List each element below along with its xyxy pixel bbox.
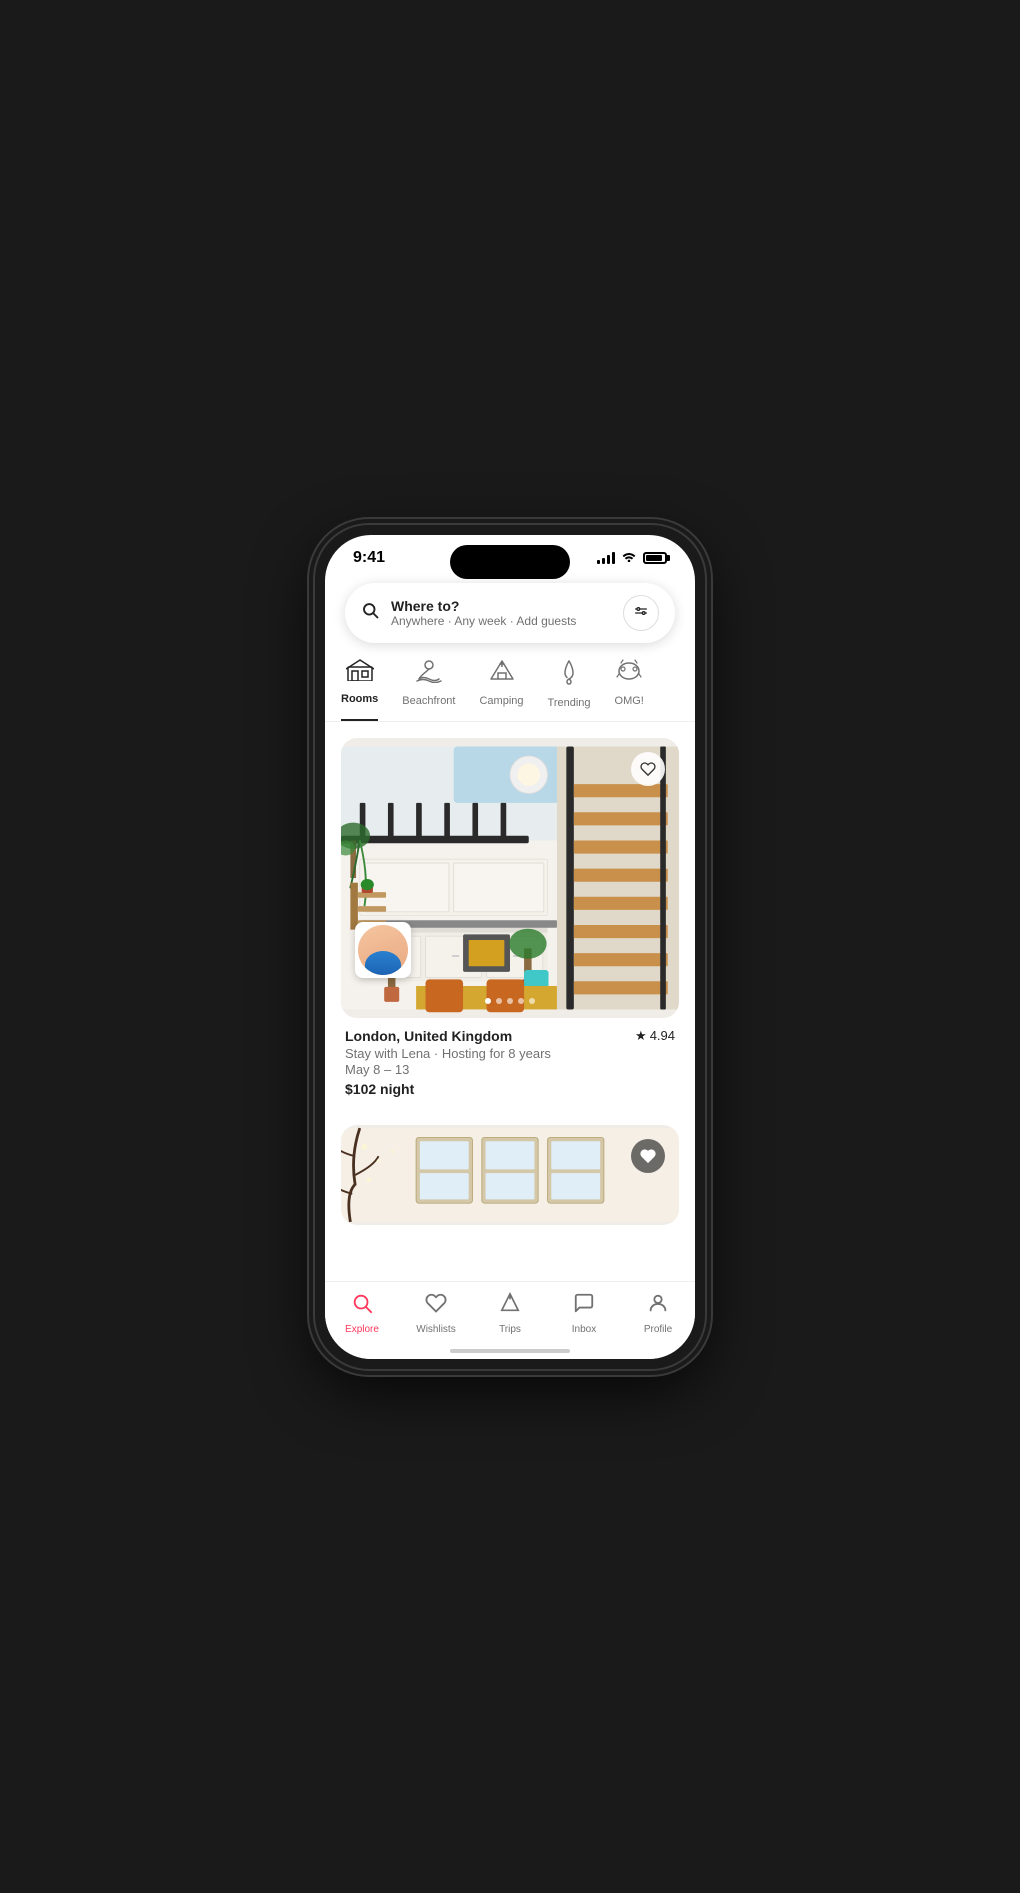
category-omg[interactable]: OMG! [615,659,644,721]
rating-value: 4.94 [650,1028,675,1043]
explore-icon [351,1292,373,1320]
omg-label: OMG! [615,695,644,707]
inbox-icon [573,1292,595,1320]
home-indicator [450,1349,570,1353]
tab-inbox[interactable]: Inbox [547,1292,621,1335]
profile-label: Profile [644,1324,672,1335]
listing-rating-1: ★ 4.94 [635,1028,675,1044]
listing-info-1: London, United Kingdom ★ 4.94 Stay with … [341,1018,679,1101]
listing-location-1: London, United Kingdom [345,1028,512,1044]
trending-icon [557,659,581,691]
tab-explore[interactable]: Explore [325,1292,399,1335]
trips-icon [499,1292,521,1320]
camping-icon [489,659,515,689]
content-area[interactable]: Where to? Anywhere · Any week · Add gues… [325,573,695,1281]
listings-container: London, United Kingdom ★ 4.94 Stay with … [325,722,695,1225]
omg-icon [615,659,643,689]
listing-card-2[interactable] [341,1125,679,1225]
category-trending[interactable]: Trending [548,659,591,721]
listing-host-1: Stay with Lena · Hosting for 8 years [345,1046,675,1061]
wishlists-icon [425,1292,447,1320]
tab-trips[interactable]: Trips [473,1292,547,1335]
category-beachfront[interactable]: Beachfront [402,659,455,721]
trending-label: Trending [548,697,591,709]
rooms-label: Rooms [341,693,378,705]
phone-frame: 9:41 [315,525,705,1369]
profile-icon [647,1292,669,1320]
search-title: Where to? [391,598,611,614]
listing-image-2 [341,1125,679,1225]
inbox-label: Inbox [572,1324,596,1335]
phone-screen: 9:41 [325,535,695,1359]
category-rooms[interactable]: Rooms [341,659,378,721]
search-bar[interactable]: Where to? Anywhere · Any week · Add gues… [345,583,675,643]
search-icon [361,601,379,624]
heart-button-1[interactable] [631,752,665,786]
listing-dates-1: May 8 – 13 [345,1062,675,1077]
listing-image-1 [341,738,679,1018]
beachfront-icon [415,659,443,689]
explore-label: Explore [345,1324,379,1335]
heart-button-2[interactable] [631,1139,665,1173]
filter-button[interactable] [623,595,659,631]
battery-icon [643,552,667,564]
search-text-area[interactable]: Where to? Anywhere · Any week · Add gues… [391,598,611,628]
dynamic-island [450,545,570,579]
price-amount: $102 night [345,1081,414,1097]
category-tabs: Rooms Beachfront [325,651,695,722]
tab-wishlists[interactable]: Wishlists [399,1292,473,1335]
listing-card-1[interactable]: London, United Kingdom ★ 4.94 Stay with … [341,738,679,1101]
status-bar: 9:41 [325,535,695,573]
image-dots-1 [485,998,535,1004]
star-icon: ★ [635,1028,647,1044]
listing-price-1: $102 night [345,1081,675,1097]
tab-bar: Explore Wishlists Trips [325,1281,695,1359]
wishlists-label: Wishlists [416,1324,455,1335]
search-container: Where to? Anywhere · Any week · Add gues… [325,573,695,651]
signal-icon [597,552,615,564]
tab-profile[interactable]: Profile [621,1292,695,1335]
listing-header-1: London, United Kingdom ★ 4.94 [345,1028,675,1044]
status-time: 9:41 [353,549,385,567]
search-subtitle: Anywhere · Any week · Add guests [391,614,611,628]
host-avatar-1 [355,922,411,978]
rooms-icon [346,659,374,687]
category-camping[interactable]: Camping [479,659,523,721]
beachfront-label: Beachfront [402,695,455,707]
wifi-icon [621,550,637,565]
camping-label: Camping [479,695,523,707]
status-icons [597,550,667,565]
trips-label: Trips [499,1324,521,1335]
